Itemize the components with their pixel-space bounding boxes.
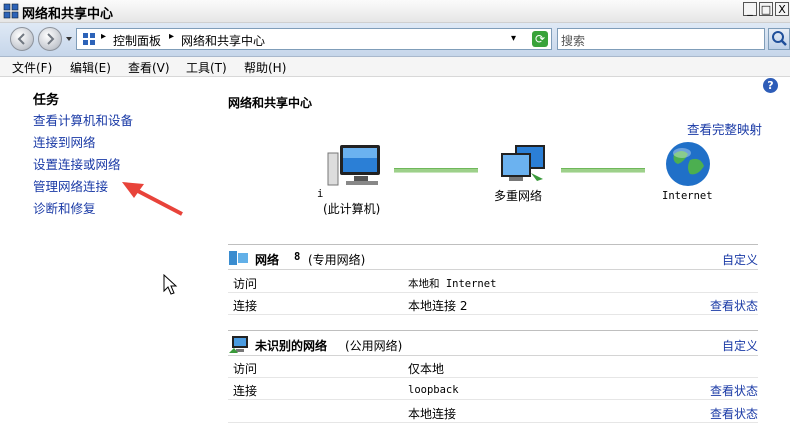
menu-file[interactable]: 文件(F) (12, 59, 52, 76)
connection-label: 连接 (233, 299, 258, 313)
customize-link[interactable]: 自定义 (722, 251, 758, 268)
menu-help[interactable]: 帮助(H) (244, 59, 286, 76)
address-box[interactable]: ▸ 控制面板 ▸ 网络和共享中心 ▾ ⟳ (76, 28, 552, 50)
search-button[interactable] (768, 28, 790, 50)
multiple-networks-icon[interactable] (497, 143, 549, 185)
connection-value: loopback (408, 384, 459, 396)
view-status-link[interactable]: 查看状态 (710, 297, 758, 314)
row-divider (228, 422, 758, 423)
network-number: 8 (294, 251, 301, 263)
network-section-header: 网络 8 (专用网络) 自定义 (228, 249, 758, 270)
menu-view[interactable]: 查看(V) (128, 59, 170, 76)
close-button[interactable]: X (775, 2, 789, 16)
menu-bar: 文件(F) 编辑(E) 查看(V) 工具(T) 帮助(H) (0, 57, 790, 77)
network-type: (公用网络) (345, 339, 403, 353)
connection-value: 本地连接 (408, 407, 457, 421)
internet-label: Internet (662, 190, 713, 202)
refresh-icon[interactable]: ⟳ (532, 31, 548, 47)
breadcrumb-control-panel[interactable]: 控制面板 (113, 32, 161, 49)
forward-button[interactable] (38, 27, 62, 51)
recent-pages-dropdown-icon[interactable] (66, 37, 72, 41)
back-arrow-icon (17, 33, 25, 45)
tasks-heading: 任务 (33, 93, 60, 108)
help-icon[interactable]: ? (763, 78, 778, 93)
forward-arrow-icon (47, 33, 55, 45)
access-label: 访问 (233, 362, 258, 376)
menu-tools[interactable]: 工具(T) (186, 59, 227, 76)
computer-icon[interactable] (326, 143, 382, 189)
view-status-link[interactable]: 查看状态 (710, 382, 758, 399)
multiple-networks-label: 多重网络 (494, 189, 543, 203)
task-diagnose-repair[interactable]: 诊断和修复 (33, 198, 96, 217)
public-network-icon (229, 336, 248, 353)
access-value: 仅本地 (408, 362, 445, 376)
access-label: 访问 (233, 277, 258, 291)
this-computer-label: (此计算机) (323, 202, 381, 216)
computer-name-label: i (317, 188, 324, 200)
network-section-header: 未识别的网络 (公用网络) 自定义 (228, 335, 758, 356)
access-value: 本地和 Internet (408, 278, 497, 290)
task-view-computers[interactable]: 查看计算机和设备 (33, 110, 133, 129)
annotation-arrow (122, 182, 183, 216)
row-divider (228, 399, 758, 400)
minimize-button[interactable]: _ (743, 2, 757, 16)
connection-line (394, 168, 478, 173)
search-placeholder: 搜索 (561, 34, 586, 48)
search-icon (772, 31, 787, 46)
page-title: 网络和共享中心 (228, 96, 313, 110)
row-divider (228, 314, 758, 315)
private-network-icon (229, 251, 248, 265)
breadcrumb-network-center[interactable]: 网络和共享中心 (181, 32, 265, 49)
task-manage-connections[interactable]: 管理网络连接 (33, 176, 108, 195)
back-button[interactable] (10, 27, 34, 51)
window-title: 网络和共享中心 (22, 7, 114, 22)
view-status-link[interactable]: 查看状态 (710, 405, 758, 422)
address-dropdown-icon[interactable]: ▾ (511, 33, 516, 44)
customize-link[interactable]: 自定义 (722, 337, 758, 354)
menu-edit[interactable]: 编辑(E) (70, 59, 111, 76)
section-divider (228, 244, 758, 245)
connection-label: 连接 (233, 384, 258, 398)
row-divider (228, 377, 758, 378)
view-full-map-link[interactable]: 查看完整映射 (687, 119, 762, 138)
network-name: 网络 (255, 253, 280, 267)
network-center-icon (83, 33, 95, 45)
mouse-cursor-icon (163, 274, 178, 295)
task-connect-network[interactable]: 连接到网络 (33, 132, 96, 151)
network-center-icon (3, 3, 19, 19)
connection-line (561, 168, 645, 173)
internet-globe-icon[interactable] (664, 140, 712, 188)
maximize-button[interactable]: □ (759, 2, 773, 16)
network-type: (专用网络) (308, 253, 366, 267)
connection-value: 本地连接 2 (408, 299, 468, 313)
breadcrumb-separator-icon[interactable]: ▸ (169, 31, 174, 42)
address-toolbar: ▸ 控制面板 ▸ 网络和共享中心 ▾ ⟳ 搜索 (0, 23, 790, 57)
row-divider (228, 292, 758, 293)
search-input[interactable]: 搜索 (557, 28, 765, 50)
network-name: 未识别的网络 (255, 339, 328, 353)
task-setup-connection[interactable]: 设置连接或网络 (33, 154, 121, 173)
breadcrumb-separator-icon[interactable]: ▸ (101, 31, 106, 42)
title-bar: 网络和共享中心 _ □ X (0, 0, 790, 23)
section-divider (228, 330, 758, 331)
